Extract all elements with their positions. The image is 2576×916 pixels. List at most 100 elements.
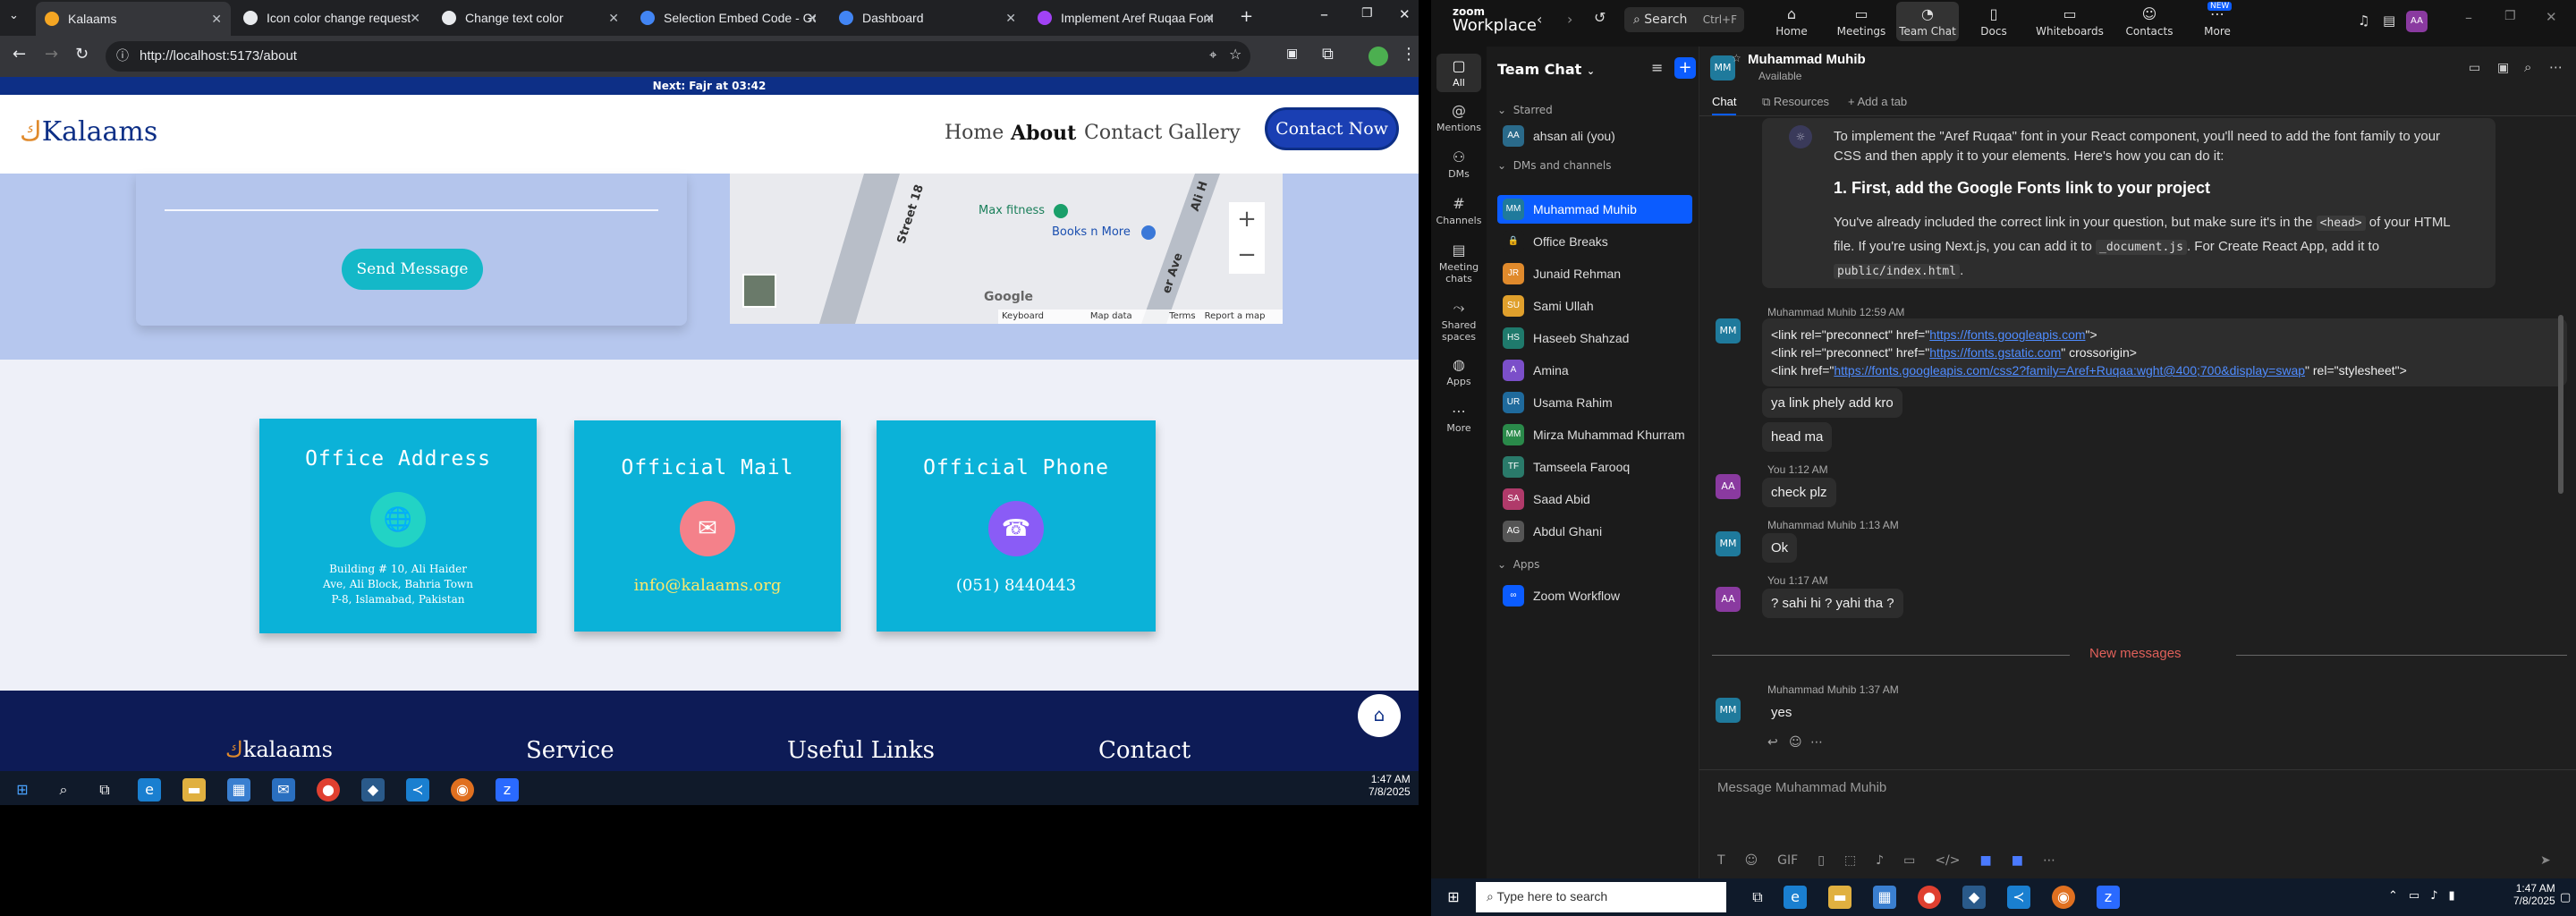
avatar[interactable]: AA	[1716, 474, 1741, 499]
chat-item-me[interactable]: AA ahsan ali (you)	[1497, 122, 1692, 150]
scroll-top-icon[interactable]: ⌂	[1358, 694, 1401, 737]
tab-kalaams[interactable]: Kalaams ✕	[36, 2, 231, 36]
new-tab-icon[interactable]: +	[1240, 7, 1253, 26]
close-icon[interactable]: ✕	[211, 12, 222, 27]
message-field-underline[interactable]	[165, 209, 658, 211]
tab-resources[interactable]: ⧉ Resources	[1762, 95, 1829, 109]
firefox-icon[interactable]: ◉	[2052, 886, 2075, 909]
history-icon[interactable]: ↺	[1594, 9, 1606, 26]
my-avatar[interactable]: AA	[2406, 11, 2428, 32]
avatar[interactable]: MM	[1716, 531, 1741, 556]
section-apps[interactable]: ⌄ Apps	[1497, 558, 1539, 571]
chat-item-amina[interactable]: A Amina	[1497, 356, 1692, 385]
location-icon[interactable]: ⌖	[1209, 47, 1216, 63]
zoom-tab-docs[interactable]: ▯ Docs	[1962, 5, 2025, 38]
firefox-icon[interactable]: ◉	[451, 778, 474, 802]
chat-item-tamseela[interactable]: TF Tamseela Farooq	[1497, 453, 1692, 481]
nav-about[interactable]: About	[1011, 122, 1076, 145]
avatar[interactable]: MM	[1716, 698, 1741, 723]
chat-item-muhammad-muhib[interactable]: MM Muhammad Muhib	[1497, 195, 1692, 224]
app-icon[interactable]: ■	[1980, 853, 1992, 868]
map-keyboard-shortcuts[interactable]: Keyboard shortcuts	[1002, 310, 1081, 324]
app2-icon[interactable]: ■	[2012, 853, 2023, 868]
search-icon[interactable]: ⌕	[52, 778, 75, 802]
zoom-tab-contacts[interactable]: ☺ Contacts	[2118, 5, 2181, 38]
star-icon[interactable]: ☆	[1732, 52, 1741, 64]
file-explorer-icon[interactable]: ▬	[1828, 886, 1852, 909]
avatar[interactable]: MM	[1716, 318, 1741, 344]
map-zoom-out-button[interactable]: −	[1229, 238, 1265, 274]
bookmark-star-icon[interactable]: ☆	[1229, 46, 1241, 63]
tab-add[interactable]: + Add a tab	[1848, 95, 1907, 108]
more-actions-icon[interactable]: ⋯	[1810, 735, 1823, 750]
section-starred[interactable]: ⌄ Starred	[1497, 104, 1553, 116]
tab-change-text[interactable]: Change text color ✕	[433, 4, 628, 32]
task-view-icon[interactable]: ⧉	[93, 778, 116, 802]
format-icon[interactable]: T	[1717, 853, 1725, 868]
left-clock[interactable]: 1:47 AM 7/8/2025	[1368, 773, 1411, 798]
vscode-icon[interactable]: ≺	[2007, 886, 2030, 909]
close-icon[interactable]: ✕	[410, 11, 420, 26]
mail-app-icon[interactable]: ✉	[272, 778, 295, 802]
zoom-tab-team-chat[interactable]: ◔ Team Chat	[1896, 2, 1959, 41]
store-icon[interactable]: ▦	[1873, 886, 1896, 909]
zoom-tab-whiteboards[interactable]: ▭ Whiteboards	[2032, 5, 2107, 38]
chat-scrollbar[interactable]	[2558, 315, 2563, 494]
chat-item-abdul-ghani[interactable]: AG Abdul Ghani	[1497, 517, 1692, 546]
tab-selection-embed[interactable]: Selection Embed Code - Goo ✕	[631, 4, 826, 32]
close-icon[interactable]: ✕	[608, 11, 619, 26]
code-icon[interactable]: </>	[1935, 853, 1960, 868]
map-report-link[interactable]: Report a map error	[1205, 310, 1283, 324]
app-icon[interactable]: ◆	[361, 778, 385, 802]
rail-mentions[interactable]: @ Mentions	[1431, 102, 1487, 133]
rail-apps[interactable]: ◍ Apps	[1431, 356, 1487, 387]
zoom-tab-meetings[interactable]: ▭ Meetings	[1830, 5, 1893, 38]
tab-aref-ruqaa[interactable]: Implement Aref Ruqaa Font ✕	[1029, 4, 1224, 32]
map-terms-link[interactable]: Terms	[1169, 310, 1195, 324]
back-arrow-icon[interactable]: ‹	[1537, 11, 1542, 28]
zoom-taskbar-icon[interactable]: z	[496, 778, 519, 802]
message-bubble[interactable]: check plz	[1762, 478, 1836, 507]
task-view-icon[interactable]: ⧉	[1746, 886, 1769, 909]
chat-item-sami[interactable]: SU Sami Ullah	[1497, 292, 1692, 320]
rail-dms[interactable]: ⚇ DMs	[1431, 148, 1487, 180]
edge-icon[interactable]: e	[1784, 886, 1807, 909]
tab-dashboard[interactable]: Dashboard ✕	[830, 4, 1025, 32]
rail-all[interactable]: ▢ All	[1436, 54, 1481, 92]
close-window-icon[interactable]: ✕	[1399, 6, 1411, 22]
vscode-icon[interactable]: ≺	[406, 778, 429, 802]
chat-item-mirza[interactable]: MM Mirza Muhammad Khurram	[1497, 420, 1692, 449]
back-icon[interactable]: ←	[13, 45, 26, 64]
close-icon[interactable]: ✕	[807, 11, 818, 26]
volume-icon[interactable]: ♪	[2430, 889, 2437, 903]
message-link[interactable]: https://fonts.gstatic.com	[1929, 345, 2061, 360]
reply-icon[interactable]: ↩	[1767, 735, 1778, 750]
gif-icon[interactable]: GIF	[1777, 853, 1798, 868]
file-explorer-icon[interactable]: ▬	[182, 778, 206, 802]
minimize-icon[interactable]: –	[1320, 5, 1328, 24]
message-bubble[interactable]: yes	[1762, 698, 1801, 727]
kebab-menu-icon[interactable]: ⋮	[1401, 45, 1417, 64]
right-clock[interactable]: 1:47 AM 7/8/2025	[2513, 882, 2555, 907]
section-dms[interactable]: ⌄ DMs and channels	[1497, 159, 1611, 172]
windows-start-icon[interactable]: ⊞	[1442, 886, 1465, 909]
close-icon[interactable]: ✕	[1204, 11, 1215, 26]
extension-icon[interactable]: ▣	[1286, 47, 1298, 61]
network-icon[interactable]: ▭	[2409, 889, 2419, 903]
video-message-icon[interactable]: ▭	[1903, 853, 1915, 868]
forward-icon[interactable]: →	[45, 45, 58, 64]
close-icon[interactable]: ✕	[2546, 9, 2557, 25]
message-compose-input[interactable]: Message Muhammad Muhib	[1717, 780, 1886, 795]
tray-chevron-icon[interactable]: ⌃	[2388, 889, 2398, 903]
taskbar-search-input[interactable]: ⌕ Type here to search	[1476, 882, 1726, 912]
card-phone[interactable]: (051) 8440443	[877, 576, 1156, 595]
emoji-react-icon[interactable]: ☺	[1789, 735, 1802, 750]
zoom-tab-home[interactable]: ⌂ Home	[1760, 5, 1823, 38]
profile-avatar[interactable]	[1368, 47, 1388, 66]
avatar[interactable]: AA	[1716, 587, 1741, 612]
windows-start-icon[interactable]: ⊞	[11, 778, 34, 802]
rail-meeting-chats[interactable]: ▤ Meeting chats	[1431, 242, 1487, 284]
extensions-puzzle-icon[interactable]: ⧉	[1322, 45, 1334, 64]
zoom-tab-more[interactable]: NEW ⋯ More	[2186, 2, 2249, 38]
rail-channels[interactable]: # Channels	[1431, 195, 1487, 226]
